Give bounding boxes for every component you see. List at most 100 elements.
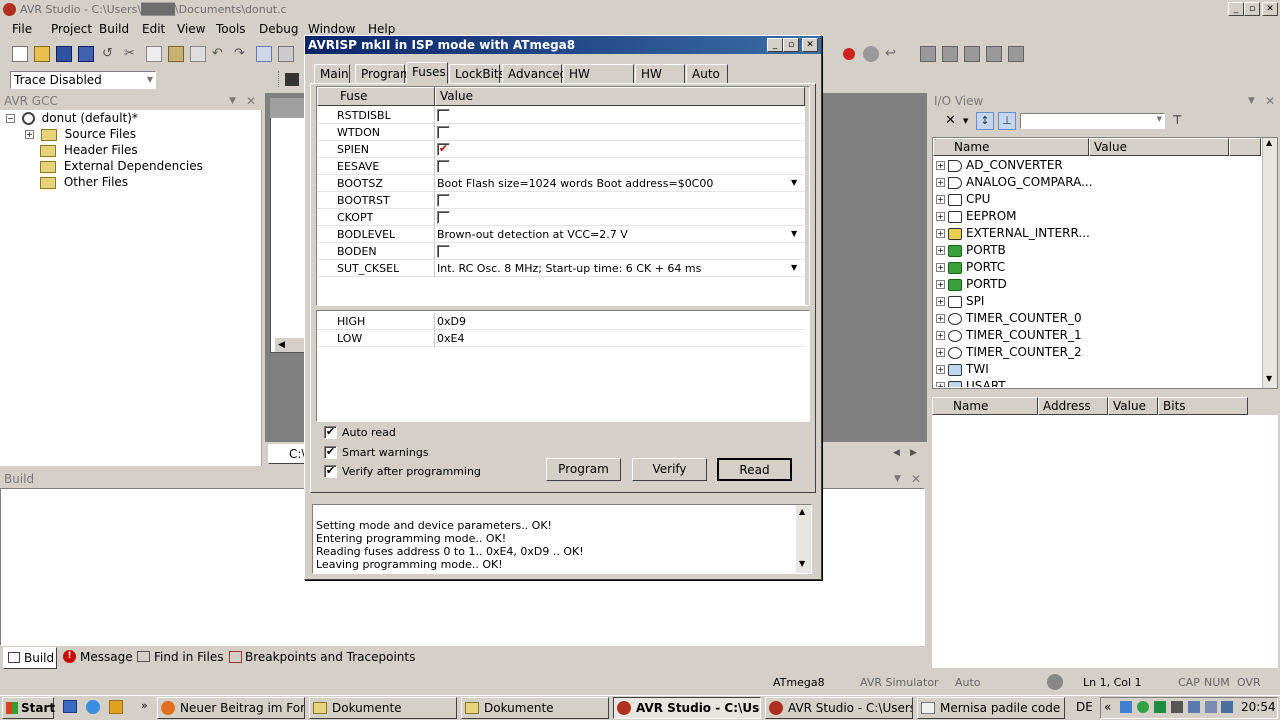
verify-button[interactable]: Verify [632, 458, 707, 481]
program-tool-icon[interactable] [920, 46, 936, 62]
menu-window[interactable]: Window [308, 22, 355, 36]
option-checkbox[interactable]: ✔ [324, 446, 337, 459]
media-icon[interactable] [109, 700, 123, 714]
expand-icon[interactable]: + [936, 229, 945, 238]
chevron-down-icon[interactable]: ▼ [791, 229, 797, 238]
chevron-down-icon[interactable]: ▼ [791, 178, 797, 187]
tab-hw-info[interactable]: HW Info [635, 64, 685, 99]
new-file-icon[interactable] [12, 46, 28, 62]
save-icon[interactable] [56, 46, 72, 62]
expand-view-icon[interactable]: ↕ [976, 112, 994, 130]
program-tool4-icon[interactable] [986, 46, 1002, 62]
tray-usb-icon[interactable] [1171, 701, 1183, 713]
redo-icon[interactable]: ↶ [212, 46, 228, 62]
debug-tool-icon[interactable] [863, 46, 879, 62]
option-auto-read[interactable]: ✔ Auto read [324, 426, 396, 442]
tray-update-icon[interactable] [1154, 701, 1166, 713]
option-checkbox[interactable]: ✔ [324, 465, 337, 478]
dialog-maximize-button[interactable]: ▫ [783, 38, 799, 52]
fuse-checkbox-checked[interactable]: ✔ [437, 143, 450, 156]
editor-tab[interactable]: C:\ [268, 444, 308, 464]
chevron-down-icon[interactable]: ▼ [791, 263, 797, 272]
tree-folder-other[interactable]: Other Files [40, 174, 128, 190]
fuse-select-value[interactable]: Brown-out detection at VCC=2.7 V [437, 226, 777, 243]
menu-help[interactable]: Help [368, 22, 395, 36]
io-item[interactable]: + PORTB [936, 242, 1261, 259]
io-item[interactable]: + TWI [936, 361, 1261, 378]
tree-folder-header[interactable]: Header Files [40, 142, 138, 158]
ioview-col-value[interactable]: Value [1089, 138, 1229, 156]
tree-project[interactable]: − donut (default)* [6, 110, 138, 126]
expand-icon[interactable]: + [936, 195, 945, 204]
menu-debug[interactable]: Debug [259, 22, 298, 36]
detail-col-address[interactable]: Address [1038, 397, 1108, 415]
small-tool-icon[interactable] [285, 73, 299, 86]
save-all-icon[interactable] [78, 46, 94, 62]
panel-menu-icon[interactable]: ▼ [894, 470, 901, 488]
tray-monitor-icon[interactable] [1188, 701, 1200, 713]
expand-icon[interactable]: + [936, 263, 945, 272]
io-item[interactable]: + PORTD [936, 276, 1261, 293]
tray-display-icon[interactable] [1221, 701, 1233, 713]
program-tool5-icon[interactable] [1008, 46, 1024, 62]
pin-top-icon[interactable]: ⊤ [1172, 113, 1182, 127]
fuse-checkbox[interactable] [437, 194, 450, 207]
fuse-checkbox[interactable] [437, 109, 450, 122]
expand-icon[interactable]: + [936, 212, 945, 221]
fuse-grid-scrollbar[interactable] [805, 87, 809, 305]
cut-icon[interactable]: ✂ [124, 46, 140, 62]
fuse-checkbox[interactable] [437, 245, 450, 258]
debug-tool2-icon[interactable]: ↩ [885, 46, 901, 62]
tab-auto[interactable]: Auto [686, 64, 728, 84]
io-item[interactable]: + EXTERNAL_INTERR... [936, 225, 1261, 242]
dialog-close-button[interactable]: ✕ [802, 38, 818, 52]
fuse-select-value[interactable]: Int. RC Osc. 8 MHz; Start-up time: 6 CK … [437, 260, 777, 277]
tab-find-in-files[interactable]: Find in Files [134, 647, 224, 669]
option-smart-warnings[interactable]: ✔ Smart warnings [324, 446, 429, 462]
byte-value[interactable]: 0xD9 [437, 313, 466, 330]
undo-icon[interactable]: ↺ [102, 46, 118, 62]
program-tool2-icon[interactable] [942, 46, 958, 62]
value-col-header[interactable]: Value [435, 87, 805, 106]
fuse-col-header[interactable]: Fuse [317, 87, 435, 106]
menu-view[interactable]: View [177, 22, 205, 36]
tab-main[interactable]: Main [314, 64, 350, 84]
tray-volume-icon[interactable] [1205, 701, 1217, 713]
tree-folder-source[interactable]: + Source Files [25, 126, 136, 142]
breakpoint-icon[interactable] [843, 48, 855, 60]
scroll-up-icon[interactable]: ▲ [1266, 138, 1272, 147]
paste-icon[interactable] [168, 46, 184, 62]
program-tool3-icon[interactable] [964, 46, 980, 62]
language-indicator[interactable]: DE [1076, 700, 1093, 714]
collapse-icon[interactable]: − [6, 114, 15, 123]
ioview-col-name[interactable]: Name [933, 138, 1089, 156]
tab-scroll-left-icon[interactable]: ◀ [893, 448, 900, 458]
start-button[interactable]: Start [2, 697, 55, 719]
io-item[interactable]: + PORTC [936, 259, 1261, 276]
tree-folder-external[interactable]: External Dependencies [40, 158, 203, 174]
expand-icon[interactable]: + [936, 178, 945, 187]
io-item[interactable]: + ANALOG_COMPARA... [936, 174, 1261, 191]
io-item[interactable]: + EEPROM [936, 208, 1261, 225]
scroll-down-icon[interactable]: ▼ [1266, 374, 1272, 383]
task-avrstudio-2[interactable]: AVR Studio - C:\Users\... [765, 697, 913, 719]
scroll-down-icon[interactable]: ▼ [799, 559, 805, 568]
ioview-vscroll[interactable]: ▲ ▼ [1262, 138, 1277, 388]
byte-value[interactable]: 0xE4 [437, 330, 464, 347]
menu-build[interactable]: Build [99, 22, 129, 36]
read-button[interactable]: Read [717, 458, 792, 481]
open-folder-icon[interactable] [34, 46, 50, 62]
tab-hw-settings[interactable]: HW Settings [563, 64, 634, 99]
task-mail[interactable]: Mernisa padile code <... [917, 697, 1065, 719]
tab-message[interactable]: ! Message [60, 647, 133, 669]
menu-project[interactable]: Project [51, 22, 92, 36]
expand-icon[interactable]: + [936, 246, 945, 255]
expand-icon[interactable]: + [936, 331, 945, 340]
expand-icon[interactable]: + [25, 130, 34, 139]
copy-icon[interactable] [146, 46, 162, 62]
print-icon[interactable] [190, 46, 206, 62]
task-avrstudio-active[interactable]: AVR Studio - C:\Use... [613, 697, 761, 719]
panel-menu-icon[interactable]: ▼ [229, 92, 236, 110]
show-desktop-icon[interactable] [63, 700, 77, 713]
windows-icon[interactable] [256, 46, 272, 62]
